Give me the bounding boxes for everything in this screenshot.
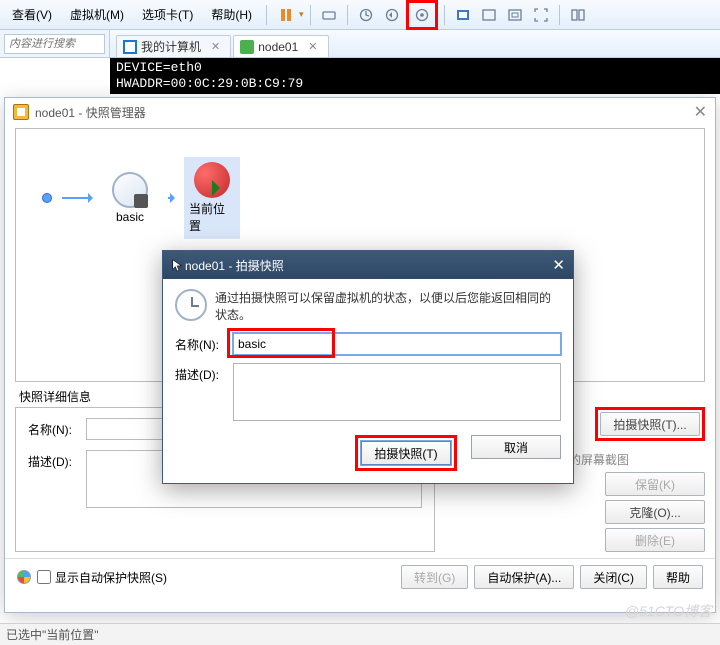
statusbar: 已选中"当前位置": [0, 623, 720, 645]
autoprotect-button[interactable]: 自动保护(A)...: [474, 565, 574, 589]
modal-name-label: 名称(N):: [175, 333, 229, 353]
highlight-snapshot-manager: [406, 0, 438, 30]
separator: [310, 5, 311, 25]
watermark: @51CTO博客: [625, 601, 712, 621]
start-node-icon: [42, 193, 52, 203]
close-icon[interactable]: ✕: [211, 40, 220, 53]
vm-icon: [240, 40, 254, 54]
dialog-body: 通过拍摄快照可以保留虚拟机的状态，以便以后您能返回相同的状态。 名称(N): 描…: [163, 279, 573, 427]
dialog-take-button[interactable]: 拍摄快照(T): [361, 441, 451, 465]
delete-button: 删除(E): [605, 528, 705, 552]
dialog-intro: 通过拍摄快照可以保留虚拟机的状态，以便以后您能返回相同的状态。: [175, 289, 561, 323]
menu-vm[interactable]: 虚拟机(M): [62, 2, 132, 27]
window-title: node01 - 快照管理器: [35, 104, 146, 121]
pause-button[interactable]: [273, 4, 299, 26]
close-icon[interactable]: ✕: [694, 102, 707, 122]
tab-node01[interactable]: node01 ✕: [233, 35, 328, 57]
sidebar-search-input[interactable]: [4, 34, 105, 54]
snapshot-take-icon[interactable]: [354, 4, 378, 26]
window-titlebar: node01 - 快照管理器 ✕: [5, 98, 715, 126]
take-snapshot-button[interactable]: 拍摄快照(T)...: [600, 412, 700, 436]
name-label: 名称(N):: [28, 418, 80, 438]
checkbox-input[interactable]: [37, 570, 51, 584]
modal-desc-input[interactable]: [233, 363, 561, 421]
help-button[interactable]: 帮助: [653, 565, 703, 589]
terminal-output: DEVICE=eth0 HWADDR=00:0C:29:0B:C9:79: [110, 58, 720, 94]
arrow-icon: [62, 197, 92, 199]
separator: [347, 5, 348, 25]
menu-help[interactable]: 帮助(H): [203, 2, 260, 27]
lock-icon: [134, 194, 148, 208]
snapshot-icon: [112, 172, 148, 208]
dialog-title: node01 - 拍摄快照: [185, 257, 284, 274]
show-autoprotect-checkbox[interactable]: 显示自动保护快照(S): [37, 569, 167, 586]
view-console-icon[interactable]: [477, 4, 501, 26]
computer-icon: [123, 40, 137, 54]
snapshot-node-basic[interactable]: basic: [102, 172, 158, 224]
menubar: 查看(V) 虚拟机(M) 选项卡(T) 帮助(H) ▾: [0, 0, 720, 30]
dialog-actions: 拍摄快照(T) 取消: [163, 427, 573, 483]
tab-label: 我的计算机: [141, 38, 201, 55]
close-button[interactable]: 关闭(C): [580, 565, 647, 589]
you-are-here-icon: [194, 162, 230, 198]
tabstrip: 我的计算机 ✕ node01 ✕: [110, 30, 720, 58]
here-label: 当前位置: [189, 200, 235, 234]
clone-button[interactable]: 克隆(O)...: [605, 500, 705, 524]
view-fit-icon[interactable]: [451, 4, 475, 26]
desc-label: 描述(D):: [28, 450, 80, 470]
close-icon[interactable]: ✕: [552, 256, 565, 274]
send-ctrl-alt-del-icon[interactable]: [317, 4, 341, 26]
keep-button: 保留(K): [605, 472, 705, 496]
snapshot-manager-icon[interactable]: [410, 4, 434, 26]
tab-my-computer[interactable]: 我的计算机 ✕: [116, 35, 231, 57]
view-library-icon[interactable]: [566, 4, 590, 26]
manager-bottom-bar: 显示自动保护快照(S) 转到(G) 自动保护(A)... 关闭(C) 帮助: [5, 558, 715, 599]
dialog-intro-text: 通过拍摄快照可以保留虚拟机的状态，以便以后您能返回相同的状态。: [215, 289, 561, 323]
cursor-icon: [171, 258, 185, 272]
dialog-titlebar[interactable]: node01 - 拍摄快照 ✕: [163, 251, 573, 279]
take-snapshot-dialog: node01 - 拍摄快照 ✕ 通过拍摄快照可以保留虚拟机的状态，以便以后您能返…: [162, 250, 574, 484]
menu-tabs[interactable]: 选项卡(T): [134, 2, 201, 27]
sidebar-search: [0, 30, 110, 58]
checkbox-label: 显示自动保护快照(S): [55, 569, 167, 586]
row2: 我的计算机 ✕ node01 ✕: [0, 30, 720, 58]
modal-desc-label: 描述(D):: [175, 363, 229, 383]
goto-button: 转到(G): [401, 565, 468, 589]
clock-icon: [175, 289, 207, 321]
status-text: 已选中"当前位置": [6, 626, 99, 643]
snapshot-revert-icon[interactable]: [380, 4, 404, 26]
you-are-here-node[interactable]: 当前位置: [184, 157, 240, 239]
separator: [559, 5, 560, 25]
view-unity-icon[interactable]: [503, 4, 527, 26]
view-fullscreen-icon[interactable]: [529, 4, 553, 26]
highlight-take-snapshot: 拍摄快照(T)...: [595, 407, 705, 441]
arrow-icon: [168, 197, 174, 199]
shield-icon: [17, 570, 31, 584]
close-icon[interactable]: ✕: [308, 40, 317, 53]
menu-view[interactable]: 查看(V): [4, 2, 60, 27]
separator: [444, 5, 445, 25]
highlight-take-button: 拍摄快照(T): [355, 435, 457, 471]
vmware-icon: [13, 104, 29, 120]
modal-name-input[interactable]: [233, 333, 561, 355]
tab-label: node01: [258, 40, 298, 54]
separator: [266, 5, 267, 25]
snapshot-label: basic: [116, 210, 144, 224]
dialog-cancel-button[interactable]: 取消: [471, 435, 561, 459]
